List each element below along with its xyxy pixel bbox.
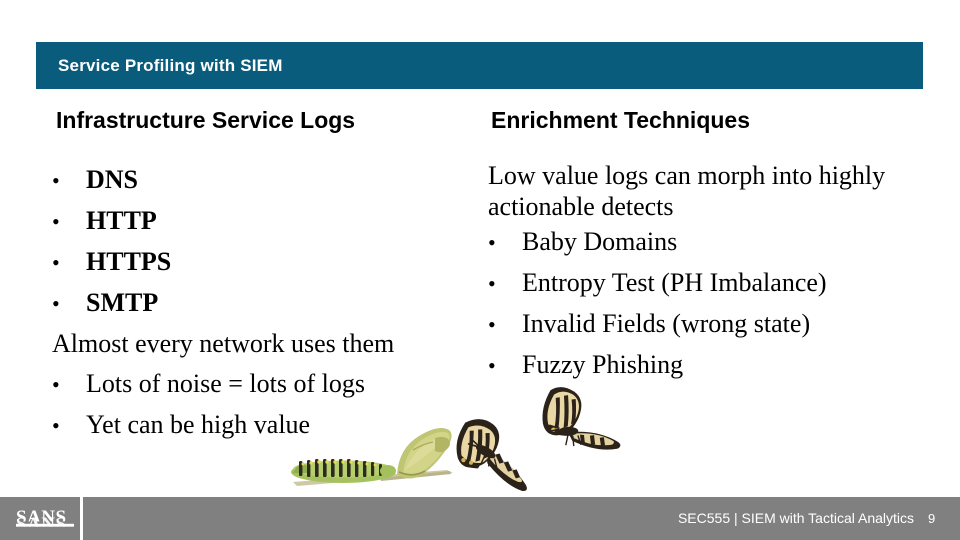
sans-logo: SANS SANS (16, 505, 78, 533)
list-item: • Invalid Fields (wrong state) (488, 304, 918, 345)
right-column-body: Low value logs can morph into highly act… (488, 160, 918, 386)
list-item: • HTTPS (52, 242, 472, 283)
left-column-heading: Infrastructure Service Logs (56, 107, 356, 133)
list-item-label: Baby Domains (522, 227, 678, 256)
list-item: • Entropy Test (PH Imbalance) (488, 263, 918, 304)
bullet-icon: • (52, 291, 60, 316)
list-item-label: Entropy Test (PH Imbalance) (522, 268, 827, 297)
bullet-icon: • (52, 372, 60, 397)
list-item-label: HTTPS (86, 247, 172, 276)
page-number: 9 (928, 511, 936, 526)
list-item: • SMTP (52, 283, 472, 324)
footer-divider (80, 497, 83, 540)
list-item: • DNS (52, 160, 472, 201)
bullet-icon: • (52, 250, 60, 275)
right-column-intro: Low value logs can morph into highly act… (488, 161, 886, 221)
bullet-icon: • (488, 271, 496, 296)
slide-title-bar: Service Profiling with SIEM (36, 42, 923, 89)
list-item: • Baby Domains (488, 222, 918, 263)
left-column-statement: Almost every network uses them (52, 329, 395, 358)
bullet-icon: • (52, 168, 60, 193)
slide-title: Service Profiling with SIEM (58, 56, 283, 75)
footer-course-label: SEC555 | SIEM with Tactical Analytics (677, 510, 914, 526)
bullet-icon: • (52, 209, 60, 234)
butterfly-metamorphosis-image (285, 378, 630, 493)
bullet-icon: • (52, 413, 60, 438)
list-item: • HTTP (52, 201, 472, 242)
bullet-icon: • (488, 230, 496, 255)
list-item-label: DNS (86, 165, 139, 194)
list-item-label: Yet can be high value (86, 410, 311, 439)
list-item-label: Invalid Fields (wrong state) (522, 309, 811, 338)
right-column-heading: Enrichment Techniques (491, 107, 751, 133)
list-item-label: HTTP (86, 206, 157, 235)
slide-canvas: Service Profiling with SIEM Infrastructu… (0, 0, 960, 540)
bullet-icon: • (488, 312, 496, 337)
list-item-label: SMTP (86, 288, 159, 317)
